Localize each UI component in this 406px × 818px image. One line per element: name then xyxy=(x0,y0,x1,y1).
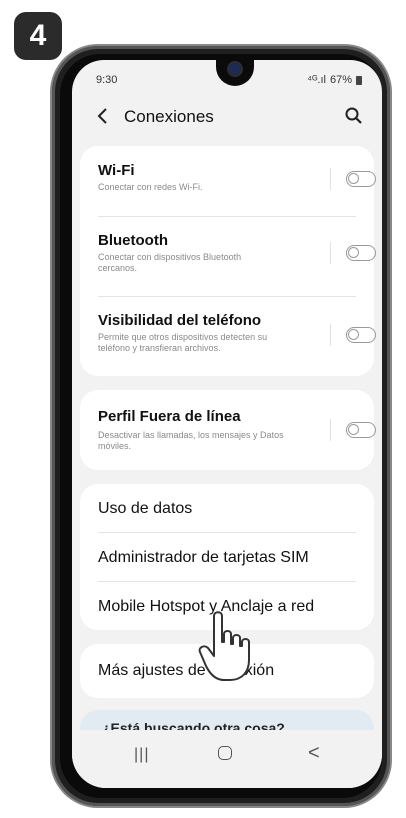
sim-manager-title: Administrador de tarjetas SIM xyxy=(98,549,309,566)
search-icon[interactable] xyxy=(344,106,364,126)
step-number-badge: 4 xyxy=(14,12,62,60)
offline-profile-title: Perfil Fuera de línea xyxy=(98,408,241,425)
list-item-offline-profile[interactable]: Perfil Fuera de línea Desactivar las lla… xyxy=(80,390,376,470)
bluetooth-toggle[interactable] xyxy=(346,245,376,261)
connections-card-2: Perfil Fuera de línea Desactivar las lla… xyxy=(80,390,376,470)
recents-icon[interactable]: ||| xyxy=(134,746,149,764)
battery-icon xyxy=(356,75,362,85)
home-icon[interactable] xyxy=(218,746,232,760)
pointing-hand-icon xyxy=(196,608,256,686)
toggle-knob xyxy=(348,424,359,435)
divider xyxy=(98,296,356,297)
toggle-knob xyxy=(348,173,359,184)
page-title: Conexiones xyxy=(124,107,214,126)
list-item-wifi[interactable]: Wi-Fi Conectar con redes Wi-Fi. xyxy=(80,146,376,208)
separator xyxy=(330,168,331,190)
step-number: 4 xyxy=(29,19,47,52)
bluetooth-title: Bluetooth xyxy=(98,232,168,249)
back-icon[interactable]: < xyxy=(308,742,320,765)
list-item-phone-visibility[interactable]: Visibilidad del teléfono Permite que otr… xyxy=(80,298,376,376)
offline-profile-subtitle: Desactivar las llamadas, los mensajes y … xyxy=(98,430,284,451)
separator xyxy=(330,324,331,346)
battery-percent: 67% xyxy=(329,74,352,86)
wifi-title: Wi-Fi xyxy=(98,162,135,179)
list-item-sim-manager[interactable]: Administrador de tarjetas SIM xyxy=(80,533,374,581)
visibility-toggle[interactable] xyxy=(346,327,376,343)
camera-lens xyxy=(229,63,241,75)
bluetooth-subtitle: Conectar con dispositivos Bluetooth cerc… xyxy=(98,252,242,273)
visibility-subtitle: Permite que otros dispositivos detecten … xyxy=(98,332,268,353)
app-header: Conexiones xyxy=(72,96,382,136)
connections-card-1: Wi-Fi Conectar con redes Wi-Fi. Bluetoot… xyxy=(80,146,376,376)
toggle-knob xyxy=(348,247,359,258)
signal-icon: ⁴ᴳ.ıl xyxy=(307,74,326,86)
list-item-bluetooth[interactable]: Bluetooth Conectar con dispositivos Blue… xyxy=(80,218,376,288)
wifi-toggle[interactable] xyxy=(346,171,376,187)
visibility-title: Visibilidad del teléfono xyxy=(98,312,262,329)
toggle-knob xyxy=(348,329,359,340)
wifi-subtitle: Conectar con redes Wi-Fi. xyxy=(98,182,203,192)
navigation-bar: ||| < xyxy=(72,730,382,788)
separator xyxy=(330,419,331,441)
status-indicators: ⁴ᴳ.ıl 67% xyxy=(307,74,362,86)
separator xyxy=(330,242,331,264)
divider xyxy=(98,216,356,217)
offline-profile-toggle[interactable] xyxy=(346,422,376,438)
list-item-data-usage[interactable]: Uso de datos xyxy=(80,484,374,532)
data-usage-title: Uso de datos xyxy=(98,500,193,517)
status-time: 9:30 xyxy=(96,74,118,86)
chevron-left-icon[interactable] xyxy=(94,106,112,126)
